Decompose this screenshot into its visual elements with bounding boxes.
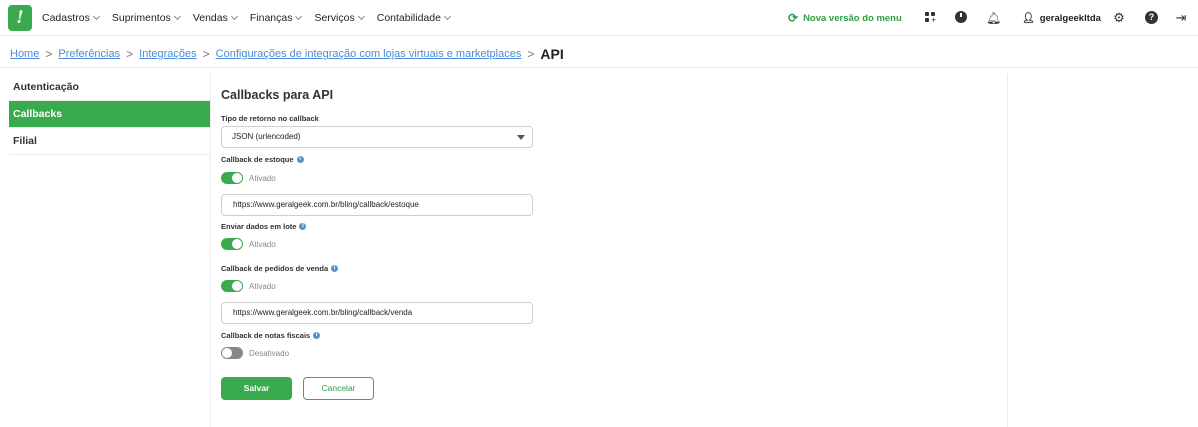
breadcrumb-separator: > (202, 47, 210, 61)
toggle-state: Ativado (249, 282, 276, 291)
user-icon: 👤︎ (1022, 12, 1035, 24)
sidebar-item-filial[interactable]: Filial (9, 128, 210, 155)
invoices-callback-toggle[interactable] (221, 347, 243, 359)
menu-suprimentos[interactable]: Suprimentos (111, 12, 181, 24)
batch-toggle[interactable] (221, 238, 243, 250)
sidebar: Autenticação Callbacks Filial (9, 74, 210, 155)
orders-callback-toggle[interactable] (221, 280, 243, 292)
label-text: Callback de pedidos de venda (221, 264, 329, 273)
top-navbar: ! Cadastros Suprimentos Vendas Finanças … (0, 0, 1198, 36)
menu-label: Finanças (249, 12, 293, 24)
menu-label: Suprimentos (111, 12, 171, 24)
return-type-select[interactable]: JSON (urlencoded) (221, 126, 533, 148)
chevron-down-icon (92, 12, 100, 21)
stock-callback-url-input[interactable]: https://www.geralgeek.com.br/bling/callb… (221, 194, 533, 216)
label-text: Tipo de retorno no callback (221, 114, 319, 123)
logout-icon[interactable]: ⇥ (1174, 11, 1188, 25)
menu-label: Contabilidade (376, 12, 441, 24)
batch-label: Enviar dados em lote i (221, 222, 307, 231)
info-icon[interactable]: i (299, 223, 307, 230)
info-icon[interactable]: i (313, 332, 321, 339)
label-text: Enviar dados em lote (221, 222, 297, 231)
toggle-knob (222, 348, 232, 358)
menu-financas[interactable]: Finanças (249, 12, 303, 24)
menu-cadastros[interactable]: Cadastros (42, 12, 100, 24)
save-button[interactable]: Salvar (221, 377, 292, 400)
orders-callback-label: Callback de pedidos de venda i (221, 264, 339, 273)
help-icon[interactable]: ? (1145, 11, 1158, 24)
orders-callback-url-input[interactable]: https://www.geralgeek.com.br/bling/callb… (221, 302, 533, 324)
username: geralgeekltda (1039, 12, 1101, 24)
stock-callback-toggle[interactable] (221, 172, 243, 184)
breadcrumb: Home > Preferências > Integrações > Conf… (10, 44, 564, 64)
stock-callback-label: Callback de estoque i (221, 155, 304, 164)
clock-icon[interactable] (955, 11, 967, 23)
bell-icon[interactable]: 🔔︎ (986, 11, 1001, 25)
menu-label: Vendas (192, 12, 228, 24)
info-icon[interactable]: i (296, 156, 304, 163)
select-value: JSON (urlencoded) (232, 132, 301, 141)
main-menu: Cadastros Suprimentos Vendas Finanças Se… (42, 0, 463, 36)
toggle-knob (232, 239, 242, 249)
menu-vendas[interactable]: Vendas (192, 12, 238, 24)
caret-down-icon (517, 135, 525, 140)
main-panel: Callbacks para API Tipo de retorno no ca… (210, 74, 1008, 427)
toggle-state: Desativado (249, 349, 290, 358)
toggle-knob (232, 281, 242, 291)
user-menu[interactable]: 👤︎ geralgeekltda (1022, 0, 1101, 36)
toggle-state: Ativado (249, 240, 276, 249)
app-logo[interactable]: ! (8, 5, 32, 31)
breadcrumb-separator: > (126, 47, 134, 61)
menu-servicos[interactable]: Serviços (314, 12, 365, 24)
sidebar-item-autenticacao[interactable]: Autenticação (9, 74, 210, 101)
new-menu-link[interactable]: ⟳ Nova versão do menu (788, 0, 902, 36)
menu-contabilidade[interactable]: Contabilidade (376, 12, 451, 24)
chevron-down-icon (357, 12, 365, 21)
breadcrumb-configuracoes[interactable]: Configurações de integração com lojas vi… (216, 48, 522, 60)
breadcrumb-integracoes[interactable]: Integrações (139, 48, 196, 60)
breadcrumb-current: API (540, 46, 564, 62)
breadcrumb-separator: > (527, 47, 535, 61)
chevron-down-icon (295, 12, 303, 21)
label-text: Callback de notas fiscais (221, 331, 311, 340)
page-title: Callbacks para API (221, 88, 334, 102)
menu-label: Serviços (314, 12, 355, 24)
chevron-down-icon (443, 12, 451, 21)
gear-icon[interactable]: ⚙ (1112, 11, 1126, 25)
cancel-button[interactable]: Cancelar (303, 377, 374, 400)
menu-label: Cadastros (42, 12, 90, 24)
breadcrumb-preferencias[interactable]: Preferências (58, 48, 120, 60)
sidebar-item-callbacks[interactable]: Callbacks (9, 101, 210, 128)
label-text: Callback de estoque (221, 155, 294, 164)
chevron-down-icon (230, 12, 238, 21)
breadcrumb-separator: > (45, 47, 53, 61)
toggle-knob (232, 173, 242, 183)
breadcrumb-home[interactable]: Home (10, 48, 39, 60)
invoices-callback-label: Callback de notas fiscais i (221, 331, 321, 340)
new-menu-label: Nova versão do menu (803, 12, 902, 24)
refresh-icon: ⟳ (788, 11, 799, 25)
divider (0, 67, 1198, 68)
return-type-label: Tipo de retorno no callback (221, 114, 319, 123)
info-icon[interactable]: i (331, 265, 339, 272)
toggle-state: Ativado (249, 174, 276, 183)
apps-icon[interactable]: + (924, 11, 938, 25)
chevron-down-icon (173, 12, 181, 21)
